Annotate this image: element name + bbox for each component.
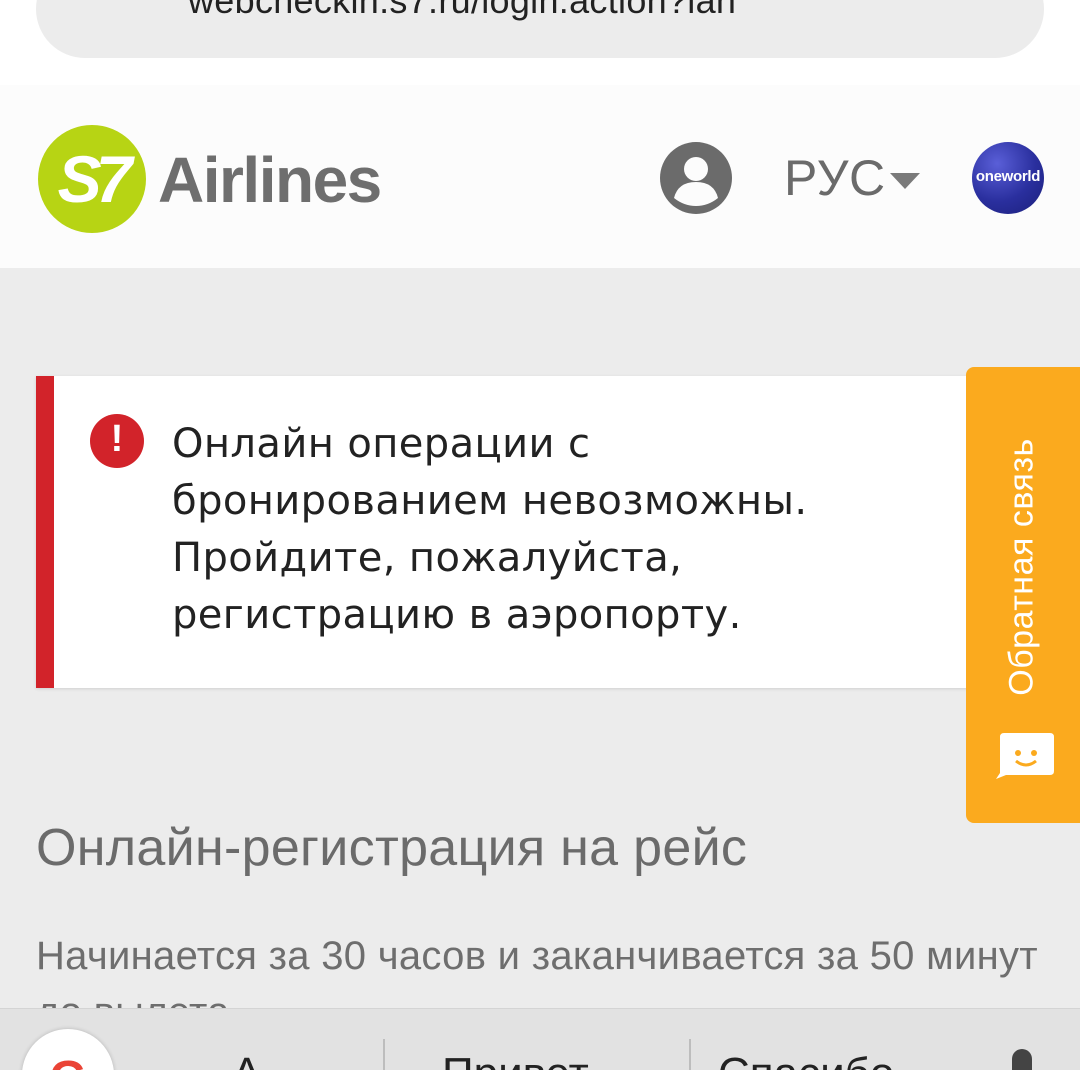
page-title: Онлайн-регистрация на рейс	[36, 819, 748, 877]
s7-logo[interactable]: S7	[38, 125, 146, 233]
suggestion-2[interactable]: Привет	[442, 1049, 589, 1070]
page-subtitle: Начинается за 30 часов и заканчивается з…	[36, 934, 1038, 1008]
account-icon[interactable]	[660, 142, 732, 214]
gboard-icon[interactable]: G	[22, 1029, 114, 1070]
site-header: S7 Airlines РУС oneworld	[0, 85, 1080, 268]
feedback-button[interactable]: Обратная связь	[966, 367, 1080, 823]
caret-down-icon[interactable]	[890, 173, 920, 189]
suggestion-3[interactable]: Спасибо	[718, 1049, 894, 1070]
keyboard-suggestion-bar: G А Привет Спасибо	[0, 1008, 1080, 1070]
chat-icon	[996, 733, 1054, 779]
main-content: ! Онлайн операции с бронированием невозм…	[0, 268, 1080, 1008]
oneworld-label: oneworld	[975, 168, 1041, 185]
url-text[interactable]: webcheckin.s7.ru/login.action?lan	[188, 0, 736, 22]
divider	[689, 1039, 691, 1070]
suggestion-1[interactable]: А	[232, 1049, 261, 1070]
error-icon: !	[90, 414, 144, 468]
divider	[383, 1039, 385, 1070]
language-selector[interactable]: РУС	[784, 149, 886, 207]
address-bar[interactable]: webcheckin.s7.ru/login.action?lan	[36, 0, 1044, 58]
logo-mark: S7	[57, 142, 133, 216]
microphone-icon[interactable]	[1012, 1049, 1032, 1070]
oneworld-logo[interactable]: oneworld	[972, 142, 1044, 214]
browser-toolbar: webcheckin.s7.ru/login.action?lan	[0, 0, 1080, 85]
alert-message: Онлайн операции с бронированием невозмож…	[172, 421, 808, 638]
logo-text[interactable]: Airlines	[158, 143, 382, 217]
error-alert: ! Онлайн операции с бронированием невозм…	[36, 376, 1036, 688]
feedback-label: Обратная связь	[1002, 438, 1041, 696]
